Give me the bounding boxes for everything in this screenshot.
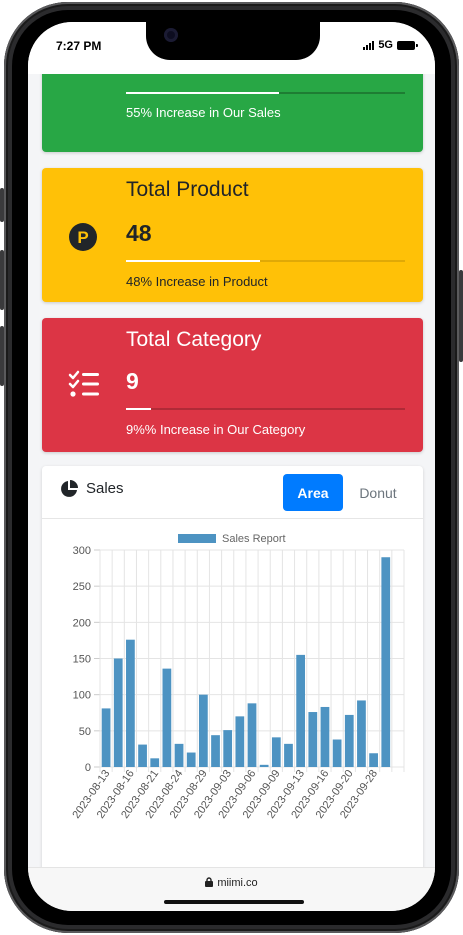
legend-label: Sales Report: [222, 534, 286, 545]
bar: [113, 658, 123, 767]
total-product-card: P Total Product 48 48% Increase in Produ…: [42, 168, 423, 302]
bar: [198, 694, 208, 767]
p-circle-icon: P: [68, 222, 98, 257]
checklist-icon: [68, 370, 100, 403]
y-tick-label: 50: [79, 726, 91, 738]
bar: [211, 735, 220, 767]
tab-area[interactable]: Area: [283, 474, 343, 511]
volume-up-button: [0, 250, 4, 310]
signal-icon: [363, 40, 375, 50]
category-progress-track: [126, 408, 405, 410]
category-title: Total Category: [126, 328, 262, 351]
bar: [271, 737, 281, 767]
sales-progress-track: [126, 92, 405, 94]
bar: [247, 703, 257, 767]
y-tick-label: 0: [85, 762, 91, 774]
bar: [332, 739, 342, 767]
bar: [235, 716, 245, 767]
category-progress-fill: [126, 408, 152, 410]
category-subtitle: 9%% Increase in Our Category: [126, 422, 306, 437]
bar: [344, 714, 354, 767]
power-button: [459, 270, 463, 362]
status-time: 7:27 PM: [56, 39, 102, 53]
tab-donut[interactable]: Donut: [348, 474, 408, 511]
bar: [296, 654, 306, 767]
bar: [369, 753, 378, 767]
bar: [320, 706, 330, 767]
sales-bar-chart: Sales Report0501001502002503002023-08-13…: [70, 532, 405, 821]
sales-chart: Sales Report 0 50 100 150 200 250 300 2023-08-13…: [42, 532, 423, 867]
bar: [381, 557, 391, 767]
product-value: 48: [126, 220, 152, 246]
svg-text:P: P: [77, 228, 88, 247]
lock-icon: [205, 877, 214, 890]
bar: [259, 764, 269, 767]
screen: 55% Increase in Our Sales P Total Produc…: [28, 22, 435, 911]
y-tick-label: 150: [73, 654, 91, 666]
y-tick-label: 250: [73, 581, 91, 593]
status-indicators: 5G: [363, 39, 418, 51]
bar: [126, 639, 135, 767]
page-content: 55% Increase in Our Sales P Total Produc…: [28, 74, 435, 867]
bar: [308, 712, 318, 767]
bar: [284, 743, 293, 767]
home-indicator[interactable]: [164, 900, 304, 904]
product-progress-track: [126, 260, 405, 262]
y-tick-label: 300: [73, 545, 91, 557]
bar: [223, 730, 233, 767]
bar: [150, 758, 160, 767]
mute-switch: [0, 188, 4, 222]
phone-frame: 55% Increase in Our Sales P Total Produc…: [0, 0, 463, 935]
bar: [101, 708, 111, 767]
bar: [162, 668, 172, 767]
camera-icon: [164, 28, 178, 42]
bar: [138, 744, 147, 767]
network-label: 5G: [378, 39, 393, 51]
sales-summary-card: 55% Increase in Our Sales: [42, 74, 423, 152]
sales-card-header: Sales Area Donut: [42, 466, 423, 519]
volume-down-button: [0, 326, 4, 386]
sales-subtitle: 55% Increase in Our Sales: [126, 105, 281, 120]
category-value: 9: [126, 368, 139, 394]
battery-icon: [397, 40, 418, 50]
url-bar[interactable]: miimi.co: [28, 877, 435, 890]
bar: [174, 743, 184, 767]
pie-chart-icon: [60, 480, 78, 503]
sales-card-title: Sales: [86, 480, 124, 497]
y-tick-label: 200: [73, 617, 91, 629]
sales-progress-fill: [126, 92, 280, 94]
product-title: Total Product: [126, 178, 249, 201]
sales-chart-card: Sales Area Donut Sales Report 0 50 100 150 20…: [42, 466, 423, 867]
browser-bottom-bar: miimi.co: [28, 867, 435, 911]
total-category-card: Total Category 9 9%% Increase in Our Cat…: [42, 318, 423, 452]
product-progress-fill: [126, 260, 260, 262]
legend-swatch: [178, 532, 216, 543]
bar: [357, 700, 366, 767]
product-subtitle: 48% Increase in Product: [126, 274, 268, 289]
url-text: miimi.co: [217, 877, 258, 889]
y-tick-label: 100: [73, 690, 91, 702]
notch: [146, 22, 320, 60]
bar: [186, 752, 196, 767]
